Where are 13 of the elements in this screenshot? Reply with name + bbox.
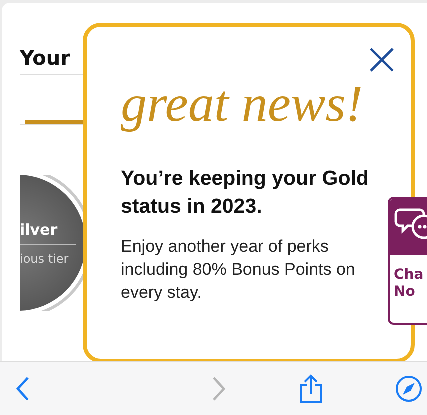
section-heading: Your [20,46,70,70]
chat-label: Cha No [394,267,425,301]
modal-title: You’re keeping your Gold status in 2023. [121,166,370,220]
badge-subtitle: ious tier [20,252,69,266]
chat-widget[interactable]: Cha No [388,197,427,325]
compass-icon[interactable] [394,374,423,402]
chat-bubbles-icon [394,207,427,239]
back-icon[interactable] [16,376,30,402]
share-icon[interactable] [298,374,323,404]
close-icon[interactable] [369,47,395,73]
badge-title: ilver [20,220,58,238]
modal-headline: great news! [121,75,364,135]
modal-body: Enjoy another year of perks including 80% Bonus Points on every stay. [121,236,356,304]
